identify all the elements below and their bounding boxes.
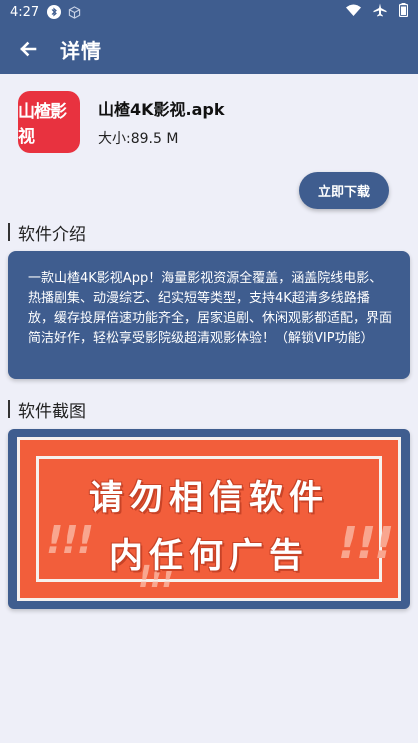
app-logo: 山楂影视 <box>18 91 80 153</box>
banner-text-line1: 请勿相信软件 <box>89 478 329 518</box>
status-bar: 4:27 <box>0 0 418 24</box>
battery-icon <box>398 3 409 21</box>
app-name: 山楂4K影视.apk <box>98 100 225 119</box>
screenshot-card[interactable]: !!! !!! !!! 请勿相信软件 内任何广告 <box>8 429 410 609</box>
heading-bar <box>8 400 10 418</box>
top-bar: 4:27 详情 <box>0 0 418 74</box>
cube-icon <box>68 5 81 19</box>
download-button[interactable]: 立即下载 <box>299 172 389 209</box>
airplane-icon <box>373 3 387 21</box>
bluetooth-icon <box>47 5 62 19</box>
screenshot-image[interactable]: !!! !!! !!! 请勿相信软件 内任何广告 <box>17 437 401 601</box>
status-time: 4:27 <box>10 4 40 20</box>
app-info: 山楂影视 山楂4K影视.apk 大小:89.5 M <box>18 91 225 153</box>
intro-text: 一款山楂4K影视App！海量影视资源全覆盖，涵盖院线电影、热播剧集、动漫综艺、纪… <box>28 271 393 346</box>
app-bar: 详情 <box>0 24 418 74</box>
intro-heading: 软件介绍 <box>8 222 86 245</box>
page-title: 详情 <box>60 38 102 63</box>
screenshots-heading: 软件截图 <box>8 399 86 422</box>
app-text: 山楂4K影视.apk 大小:89.5 M <box>98 96 225 148</box>
heading-bar <box>8 223 10 241</box>
wifi-icon <box>346 4 361 20</box>
app-size: 大小:89.5 M <box>98 131 179 147</box>
intro-heading-text: 软件介绍 <box>18 224 86 245</box>
banner-text-line2: 内任何广告 <box>109 536 309 576</box>
back-button[interactable] <box>12 33 44 65</box>
arrow-left-icon <box>20 41 37 57</box>
app-logo-text: 山楂影视 <box>18 102 67 147</box>
intro-card: 一款山楂4K影视App！海量影视资源全覆盖，涵盖院线电影、热播剧集、动漫综艺、纪… <box>8 251 410 379</box>
screenshots-heading-text: 软件截图 <box>18 401 86 422</box>
